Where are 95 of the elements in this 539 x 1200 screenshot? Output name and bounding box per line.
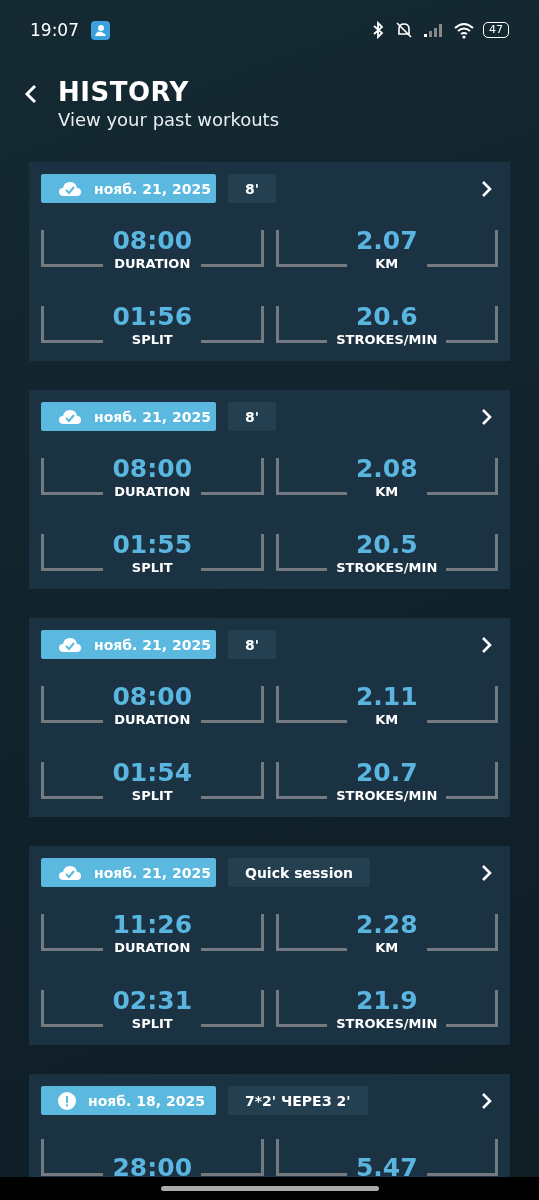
stat-value: 2.07 [355, 227, 418, 255]
stat-label: KM [375, 483, 399, 501]
bracket-line [426, 686, 498, 723]
bluetooth-icon [371, 21, 385, 39]
stat-value: 08:00 [112, 227, 193, 255]
date-badge: нояб. 21, 2025 [41, 858, 216, 887]
stat-label: KM [375, 711, 399, 729]
status-time: 19:07 [30, 20, 79, 40]
signal-icon [423, 22, 445, 38]
bracket-line [41, 914, 104, 951]
bracket-line [41, 230, 104, 267]
bracket-line [201, 306, 264, 343]
stat-value: 01:55 [112, 531, 193, 559]
workout-tag: 8' [228, 630, 277, 659]
workout-card[interactable]: нояб. 21, 2025 8' 08:00 DURATION 2.11 KM 01:54 SPLIT 20.7 STROKES/MIN [29, 618, 510, 817]
bracket-line [41, 762, 104, 799]
bracket-line [201, 230, 264, 267]
stat-value: 01:56 [112, 303, 193, 331]
bracket-line [41, 534, 104, 571]
chevron-right-icon[interactable] [480, 1091, 492, 1110]
stat-value: 2.28 [355, 911, 418, 939]
workout-card[interactable]: нояб. 18, 2025 7*2' ЧЕРЕЗ 2' 28:00 5.47 [29, 1074, 510, 1177]
bracket-line [201, 458, 264, 495]
battery-icon: 47 [483, 22, 509, 38]
bracket-line [446, 534, 498, 571]
wifi-icon [453, 21, 475, 39]
stat-value: 11:26 [112, 911, 193, 939]
stat-value: 01:54 [112, 759, 193, 787]
stat-label: SPLIT [131, 787, 173, 805]
stat-value: 5.47 [355, 1154, 418, 1177]
stat-label: DURATION [114, 483, 191, 501]
stat-value: 02:31 [112, 987, 193, 1015]
workout-tag: Quick session [228, 858, 371, 887]
chevron-right-icon[interactable] [480, 179, 492, 198]
date-badge: нояб. 21, 2025 [41, 630, 216, 659]
bracket-line [41, 990, 104, 1027]
date-badge: нояб. 18, 2025 [41, 1086, 216, 1115]
chevron-right-icon[interactable] [480, 863, 492, 882]
bracket-line [201, 762, 264, 799]
stat-label: DURATION [114, 939, 191, 957]
bracket-line [275, 230, 347, 267]
stat-value: 20.7 [355, 759, 418, 787]
stat-value: 21.9 [355, 987, 418, 1015]
chevron-right-icon[interactable] [480, 635, 492, 654]
bracket-line [426, 230, 498, 267]
bracket-line [275, 534, 328, 571]
stat-value: 28:00 [112, 1154, 193, 1177]
bracket-line [446, 762, 498, 799]
stat-value: 20.6 [355, 303, 418, 331]
stat-label: STROKES/MIN [336, 1015, 438, 1033]
bracket-line [275, 914, 347, 951]
workout-tag: 8' [228, 402, 277, 431]
workout-tag: 7*2' ЧЕРЕЗ 2' [228, 1086, 368, 1115]
bracket-line [41, 686, 104, 723]
stat-label: SPLIT [131, 1015, 173, 1033]
workout-card[interactable]: нояб. 21, 2025 8' 08:00 DURATION 2.08 KM 01:55 SPLIT 20.5 STROKES/MIN [29, 390, 510, 589]
stat-label: STROKES/MIN [336, 331, 438, 349]
chevron-right-icon[interactable] [480, 407, 492, 426]
stat-label: SPLIT [131, 559, 173, 577]
stat-value: 2.08 [355, 455, 418, 483]
page-title: HISTORY [58, 77, 190, 107]
stat-label: STROKES/MIN [336, 559, 438, 577]
stat-label: KM [375, 939, 399, 957]
bracket-line [201, 686, 264, 723]
bracket-line [426, 458, 498, 495]
stat-value: 08:00 [112, 683, 193, 711]
bracket-line [275, 762, 328, 799]
bracket-line [275, 306, 328, 343]
workout-card[interactable]: нояб. 21, 2025 8' 08:00 DURATION 2.07 KM 01:56 SPLIT 20.6 STROKES/MIN [29, 162, 510, 361]
bracket-line [201, 534, 264, 571]
stat-value: 20.5 [355, 531, 418, 559]
bracket-line [275, 458, 347, 495]
bracket-line [426, 914, 498, 951]
workout-card[interactable]: нояб. 21, 2025 Quick session 11:26 DURATION 2.28 KM 02:31 SPLIT 21.9 STROKES/MIN [29, 846, 510, 1045]
page-subtitle: View your past workouts [58, 109, 280, 130]
bracket-line [201, 914, 264, 951]
stat-value: 2.11 [355, 683, 418, 711]
stat-label: DURATION [114, 711, 191, 729]
stat-label: DURATION [114, 255, 191, 273]
bracket-line [201, 990, 264, 1027]
workout-tag: 8' [228, 174, 277, 203]
bracket-line [446, 990, 498, 1027]
bracket-line [41, 306, 104, 343]
stat-label: KM [375, 255, 399, 273]
bracket-line [446, 306, 498, 343]
stat-value: 08:00 [112, 455, 193, 483]
back-icon[interactable] [24, 84, 38, 104]
date-badge: нояб. 21, 2025 [41, 402, 216, 431]
app-icon [91, 20, 110, 40]
bracket-line [275, 686, 347, 723]
date-badge: нояб. 21, 2025 [41, 174, 216, 203]
bracket-line [275, 990, 328, 1027]
stat-label: STROKES/MIN [336, 787, 438, 805]
bracket-line [41, 458, 104, 495]
stat-label: SPLIT [131, 331, 173, 349]
